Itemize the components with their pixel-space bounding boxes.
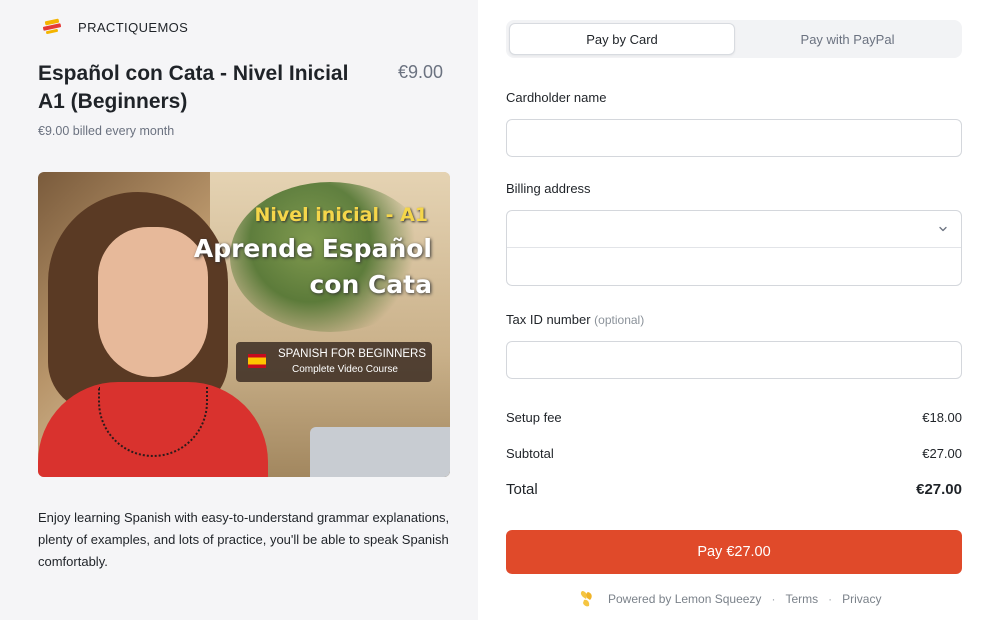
country-select[interactable] xyxy=(507,211,961,248)
setup-fee-label: Setup fee xyxy=(506,410,562,425)
product-panel: PRACTIQUEMOS Español con Cata - Nivel In… xyxy=(0,0,478,620)
pay-button[interactable]: Pay €27.00 xyxy=(506,530,962,574)
tax-id-label-text: Tax ID number xyxy=(506,312,591,327)
brand: PRACTIQUEMOS xyxy=(42,17,188,37)
billing-address-label: Billing address xyxy=(506,181,591,196)
product-title: Español con Cata - Nivel Inicial A1 (Beg… xyxy=(38,62,349,113)
tax-id-field-wrapper xyxy=(506,341,962,379)
image-caption-subtitle: con Cata xyxy=(309,270,432,299)
course-badge: SPANISH FOR BEGINNERS Complete Video Cou… xyxy=(236,342,432,382)
course-badge-title: SPANISH FOR BEGINNERS xyxy=(278,348,427,360)
tax-id-input[interactable] xyxy=(507,342,961,378)
product-image: Nivel inicial - A1 Aprende Español con C… xyxy=(38,172,450,477)
image-caption-title: Aprende Español xyxy=(193,234,432,263)
setup-fee-row: Setup fee €18.00 xyxy=(506,410,962,425)
tab-pay-by-card[interactable]: Pay by Card xyxy=(509,23,735,55)
subtotal-value: €27.00 xyxy=(922,446,962,461)
address-line-field xyxy=(507,249,961,286)
course-badge-subtitle: Complete Video Course xyxy=(292,364,398,375)
cardholder-name-input[interactable] xyxy=(507,120,961,156)
billing-note: €9.00 billed every month xyxy=(38,124,175,138)
cardholder-name-field-wrapper xyxy=(506,119,962,157)
spain-flag-icon xyxy=(248,354,266,368)
footer-separator: · xyxy=(828,592,833,606)
billing-address-group xyxy=(506,210,962,286)
tab-pay-with-paypal[interactable]: Pay with PayPal xyxy=(736,23,959,55)
practiquemos-logo-icon xyxy=(42,17,66,37)
footer: Powered by Lemon Squeezy · Terms · Priva… xyxy=(578,589,881,609)
terms-link[interactable]: Terms xyxy=(785,592,818,606)
setup-fee-value: €18.00 xyxy=(922,410,962,425)
privacy-link[interactable]: Privacy xyxy=(842,592,881,606)
total-label: Total xyxy=(506,481,538,498)
lemon-squeezy-logo-icon xyxy=(580,591,592,607)
address-line-input[interactable] xyxy=(507,249,961,286)
tax-id-optional-text: (optional) xyxy=(594,313,645,327)
product-price: €9.00 xyxy=(398,62,444,82)
brand-name: PRACTIQUEMOS xyxy=(78,19,189,35)
footer-separator: · xyxy=(771,592,776,606)
chevron-down-icon xyxy=(939,226,947,232)
tax-id-label: Tax ID number (optional) xyxy=(506,312,644,327)
powered-by-text: Powered by Lemon Squeezy xyxy=(608,592,762,606)
total-row: Total €27.00 xyxy=(506,481,962,498)
image-caption-level: Nivel inicial - A1 xyxy=(254,204,428,226)
total-value: €27.00 xyxy=(916,481,962,498)
subtotal-row: Subtotal €27.00 xyxy=(506,446,962,461)
product-description: Enjoy learning Spanish with easy-to-unde… xyxy=(38,510,450,569)
cardholder-name-label: Cardholder name xyxy=(506,90,607,105)
subtotal-label: Subtotal xyxy=(506,446,554,461)
checkout-panel: Pay by Card Pay with PayPal Cardholder n… xyxy=(478,0,1000,620)
payment-method-tabs: Pay by Card Pay with PayPal xyxy=(506,20,962,58)
